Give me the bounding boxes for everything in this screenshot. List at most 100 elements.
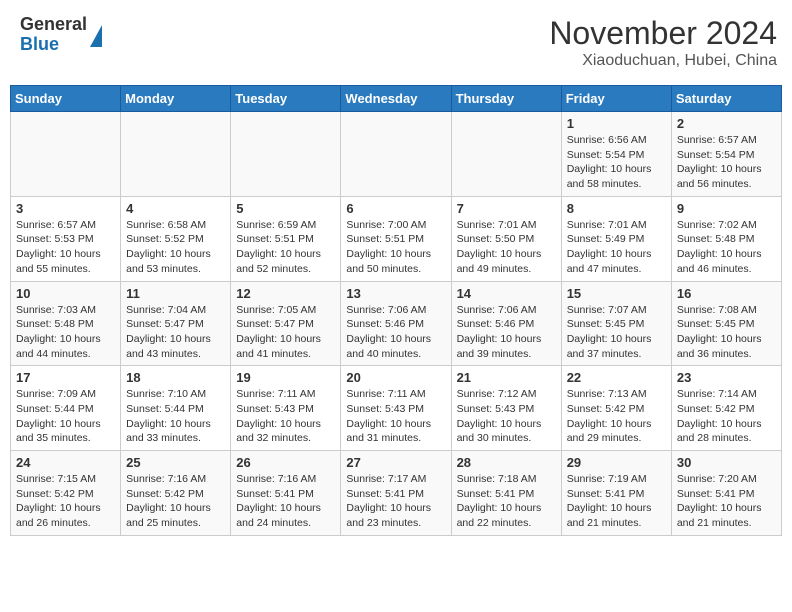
calendar-cell: 25 Sunrise: 7:16 AM Sunset: 5:42 PM Dayli…	[121, 451, 231, 536]
weekday-header-saturday: Saturday	[671, 86, 781, 112]
day-number: 7	[457, 201, 556, 216]
calendar-cell: 16 Sunrise: 7:08 AM Sunset: 5:45 PM Dayli…	[671, 281, 781, 366]
week-row-1: 1 Sunrise: 6:56 AM Sunset: 5:54 PM Daylig…	[11, 112, 782, 197]
day-info: Sunrise: 7:08 AM Sunset: 5:45 PM Dayligh…	[677, 303, 776, 362]
day-number: 23	[677, 370, 776, 385]
day-info: Sunrise: 7:11 AM Sunset: 5:43 PM Dayligh…	[236, 387, 335, 446]
weekday-header-tuesday: Tuesday	[231, 86, 341, 112]
day-info: Sunrise: 7:05 AM Sunset: 5:47 PM Dayligh…	[236, 303, 335, 362]
calendar-cell: 26Sunrise: 7:16 AM Sunset: 5:41 PM Dayli…	[231, 451, 341, 536]
calendar-cell: 18 Sunrise: 7:10 AM Sunset: 5:44 PM Dayli…	[121, 366, 231, 451]
day-number: 22	[567, 370, 666, 385]
weekday-header-friday: Friday	[561, 86, 671, 112]
weekday-header-monday: Monday	[121, 86, 231, 112]
calendar-cell: 21Sunrise: 7:12 AM Sunset: 5:43 PM Dayli…	[451, 366, 561, 451]
weekday-header-wednesday: Wednesday	[341, 86, 451, 112]
day-info: Sunrise: 7:19 AM Sunset: 5:41 PM Dayligh…	[567, 472, 666, 531]
day-number: 30	[677, 455, 776, 470]
day-number: 25	[126, 455, 225, 470]
calendar-cell: 24 Sunrise: 7:15 AM Sunset: 5:42 PM Dayli…	[11, 451, 121, 536]
day-info: Sunrise: 6:58 AM Sunset: 5:52 PM Dayligh…	[126, 218, 225, 277]
day-number: 24	[16, 455, 115, 470]
calendar-cell: 27 Sunrise: 7:17 AM Sunset: 5:41 PM Dayli…	[341, 451, 451, 536]
day-info: Sunrise: 6:57 AM Sunset: 5:54 PM Dayligh…	[677, 133, 776, 192]
day-number: 14	[457, 286, 556, 301]
page-header: General Blue November 2024 Xiaoduchuan, …	[10, 10, 782, 75]
day-info: Sunrise: 7:12 AM Sunset: 5:43 PM Dayligh…	[457, 387, 556, 446]
day-number: 27	[346, 455, 445, 470]
calendar-cell: 7Sunrise: 7:01 AM Sunset: 5:50 PM Daylig…	[451, 196, 561, 281]
day-number: 17	[16, 370, 115, 385]
title-block: November 2024 Xiaoduchuan, Hubei, China	[549, 15, 777, 70]
day-number: 12	[236, 286, 335, 301]
day-number: 5	[236, 201, 335, 216]
week-row-4: 17Sunrise: 7:09 AM Sunset: 5:44 PM Dayli…	[11, 366, 782, 451]
calendar-cell	[341, 112, 451, 197]
day-info: Sunrise: 7:18 AM Sunset: 5:41 PM Dayligh…	[457, 472, 556, 531]
day-info: Sunrise: 7:00 AM Sunset: 5:51 PM Dayligh…	[346, 218, 445, 277]
calendar-cell	[451, 112, 561, 197]
calendar-cell: 3 Sunrise: 6:57 AM Sunset: 5:53 PM Daylig…	[11, 196, 121, 281]
day-info: Sunrise: 7:07 AM Sunset: 5:45 PM Dayligh…	[567, 303, 666, 362]
day-info: Sunrise: 7:11 AM Sunset: 5:43 PM Dayligh…	[346, 387, 445, 446]
logo: General Blue	[20, 15, 102, 55]
day-number: 11	[126, 286, 225, 301]
day-number: 28	[457, 455, 556, 470]
day-info: Sunrise: 7:06 AM Sunset: 5:46 PM Dayligh…	[346, 303, 445, 362]
calendar-cell	[231, 112, 341, 197]
calendar-cell: 17Sunrise: 7:09 AM Sunset: 5:44 PM Dayli…	[11, 366, 121, 451]
week-row-5: 24 Sunrise: 7:15 AM Sunset: 5:42 PM Dayli…	[11, 451, 782, 536]
week-row-2: 3 Sunrise: 6:57 AM Sunset: 5:53 PM Daylig…	[11, 196, 782, 281]
calendar-cell: 1 Sunrise: 6:56 AM Sunset: 5:54 PM Daylig…	[561, 112, 671, 197]
calendar-cell: 22 Sunrise: 7:13 AM Sunset: 5:42 PM Dayli…	[561, 366, 671, 451]
day-number: 8	[567, 201, 666, 216]
weekday-header-thursday: Thursday	[451, 86, 561, 112]
day-info: Sunrise: 7:02 AM Sunset: 5:48 PM Dayligh…	[677, 218, 776, 277]
day-info: Sunrise: 7:10 AM Sunset: 5:44 PM Dayligh…	[126, 387, 225, 446]
day-number: 9	[677, 201, 776, 216]
calendar-cell	[11, 112, 121, 197]
day-info: Sunrise: 7:13 AM Sunset: 5:42 PM Dayligh…	[567, 387, 666, 446]
calendar-cell: 8Sunrise: 7:01 AM Sunset: 5:49 PM Daylig…	[561, 196, 671, 281]
calendar-cell: 12 Sunrise: 7:05 AM Sunset: 5:47 PM Dayli…	[231, 281, 341, 366]
day-info: Sunrise: 7:17 AM Sunset: 5:41 PM Dayligh…	[346, 472, 445, 531]
calendar-cell: 10Sunrise: 7:03 AM Sunset: 5:48 PM Dayli…	[11, 281, 121, 366]
calendar-cell: 20 Sunrise: 7:11 AM Sunset: 5:43 PM Dayli…	[341, 366, 451, 451]
calendar-cell: 30Sunrise: 7:20 AM Sunset: 5:41 PM Dayli…	[671, 451, 781, 536]
weekday-header-sunday: Sunday	[11, 86, 121, 112]
day-info: Sunrise: 6:56 AM Sunset: 5:54 PM Dayligh…	[567, 133, 666, 192]
calendar-cell: 11Sunrise: 7:04 AM Sunset: 5:47 PM Dayli…	[121, 281, 231, 366]
day-number: 18	[126, 370, 225, 385]
calendar-cell: 19 Sunrise: 7:11 AM Sunset: 5:43 PM Dayli…	[231, 366, 341, 451]
day-number: 19	[236, 370, 335, 385]
calendar-cell: 4 Sunrise: 6:58 AM Sunset: 5:52 PM Daylig…	[121, 196, 231, 281]
day-info: Sunrise: 7:15 AM Sunset: 5:42 PM Dayligh…	[16, 472, 115, 531]
calendar-cell: 23Sunrise: 7:14 AM Sunset: 5:42 PM Dayli…	[671, 366, 781, 451]
day-info: Sunrise: 7:16 AM Sunset: 5:41 PM Dayligh…	[236, 472, 335, 531]
day-number: 20	[346, 370, 445, 385]
calendar-cell	[121, 112, 231, 197]
day-info: Sunrise: 7:06 AM Sunset: 5:46 PM Dayligh…	[457, 303, 556, 362]
location-subtitle: Xiaoduchuan, Hubei, China	[549, 52, 777, 70]
day-number: 6	[346, 201, 445, 216]
calendar-cell: 15Sunrise: 7:07 AM Sunset: 5:45 PM Dayli…	[561, 281, 671, 366]
logo-blue: Blue	[20, 35, 87, 55]
calendar-table: SundayMondayTuesdayWednesdayThursdayFrid…	[10, 85, 782, 536]
day-number: 16	[677, 286, 776, 301]
day-number: 3	[16, 201, 115, 216]
calendar-cell: 5 Sunrise: 6:59 AM Sunset: 5:51 PM Daylig…	[231, 196, 341, 281]
day-number: 10	[16, 286, 115, 301]
calendar-cell: 28 Sunrise: 7:18 AM Sunset: 5:41 PM Dayli…	[451, 451, 561, 536]
day-number: 2	[677, 116, 776, 131]
logo-general: General	[20, 15, 87, 35]
day-info: Sunrise: 7:16 AM Sunset: 5:42 PM Dayligh…	[126, 472, 225, 531]
calendar-cell: 13 Sunrise: 7:06 AM Sunset: 5:46 PM Dayli…	[341, 281, 451, 366]
day-info: Sunrise: 6:59 AM Sunset: 5:51 PM Dayligh…	[236, 218, 335, 277]
month-title: November 2024	[549, 15, 777, 52]
day-info: Sunrise: 6:57 AM Sunset: 5:53 PM Dayligh…	[16, 218, 115, 277]
day-number: 4	[126, 201, 225, 216]
calendar-cell: 29Sunrise: 7:19 AM Sunset: 5:41 PM Dayli…	[561, 451, 671, 536]
day-number: 13	[346, 286, 445, 301]
logo-triangle-icon	[90, 25, 102, 47]
day-number: 1	[567, 116, 666, 131]
